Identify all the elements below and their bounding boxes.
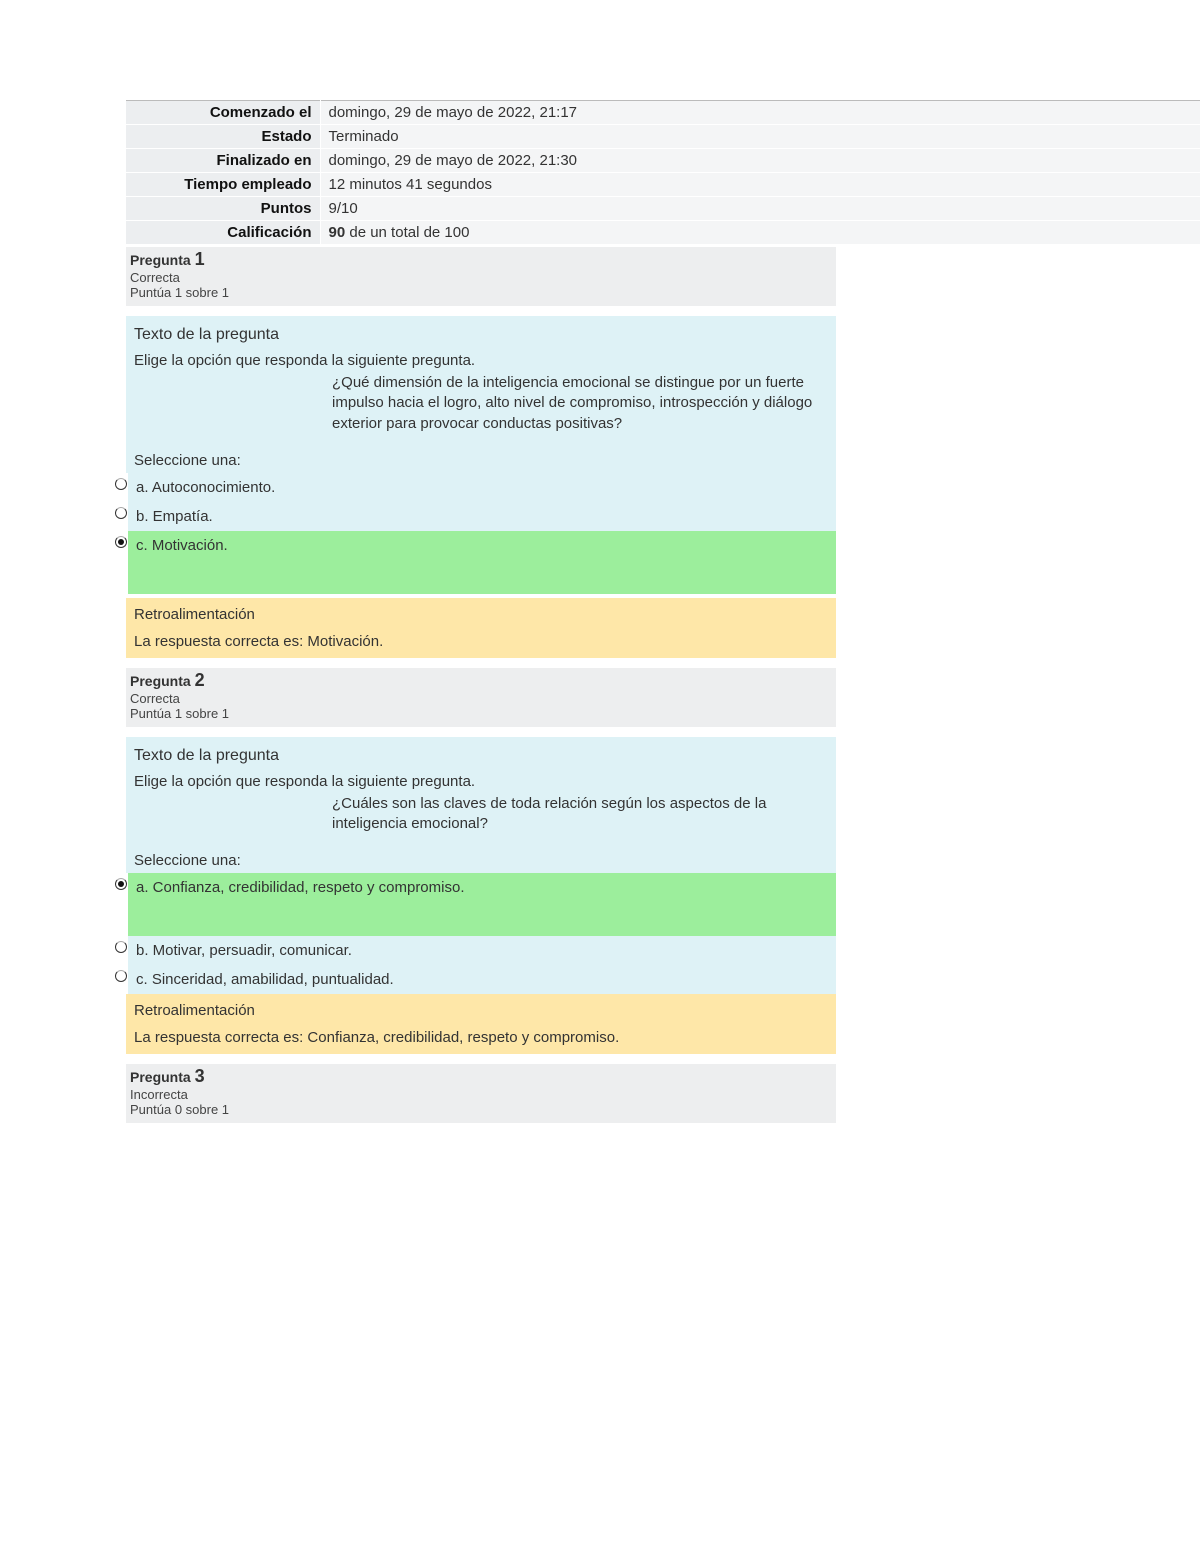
radio-icon[interactable]	[115, 536, 127, 548]
radio-icon[interactable]	[115, 478, 127, 490]
question-prompt: Elige la opción que responda la siguient…	[126, 773, 836, 794]
summary-value: domingo, 29 de mayo de 2022, 21:30	[320, 149, 1200, 173]
option-label[interactable]: b. Empatía.	[128, 502, 836, 531]
feedback-text: La respuesta correcta es: Confianza, cre…	[134, 1029, 828, 1046]
question-title: Pregunta 3	[130, 1066, 832, 1087]
radio-icon[interactable]	[115, 970, 127, 982]
option-row: c. Motivación.	[114, 531, 836, 594]
question-title: Pregunta 1	[130, 249, 832, 270]
select-one-label: Seleccione una:	[126, 446, 836, 473]
question-text-label: Texto de la pregunta	[126, 747, 836, 773]
radio-icon[interactable]	[115, 878, 127, 890]
summary-label: Puntos	[126, 197, 320, 221]
option-label[interactable]: c. Sinceridad, amabilidad, puntualidad.	[128, 965, 836, 994]
question-marks: Puntúa 0 sobre 1	[130, 1102, 832, 1117]
option-row: a. Autoconocimiento.	[114, 473, 836, 502]
option-row: c. Sinceridad, amabilidad, puntualidad.	[114, 965, 836, 994]
question-marks: Puntúa 1 sobre 1	[130, 706, 832, 721]
question-block-2: Pregunta 2 Correcta Puntúa 1 sobre 1 Tex…	[126, 668, 836, 1055]
summary-row: Estado Terminado	[126, 125, 1200, 149]
question-text: ¿Qué dimensión de la inteligencia emocio…	[126, 373, 836, 438]
radio-icon[interactable]	[115, 941, 127, 953]
option-label[interactable]: a. Confianza, credibilidad, respeto y co…	[128, 873, 836, 936]
summary-value: Terminado	[320, 125, 1200, 149]
feedback-text: La respuesta correcta es: Motivación.	[134, 633, 828, 650]
summary-table: Comenzado el domingo, 29 de mayo de 2022…	[126, 100, 1200, 245]
option-row: a. Confianza, credibilidad, respeto y co…	[114, 873, 836, 936]
question-marks: Puntúa 1 sobre 1	[130, 285, 832, 300]
summary-row: Puntos 9/10	[126, 197, 1200, 221]
summary-label: Finalizado en	[126, 149, 320, 173]
feedback-block: Retroalimentación La respuesta correcta …	[126, 598, 836, 658]
question-block-3: Pregunta 3 Incorrecta Puntúa 0 sobre 1	[126, 1064, 836, 1123]
question-block-1: Pregunta 1 Correcta Puntúa 1 sobre 1 Tex…	[126, 247, 836, 658]
question-header: Pregunta 2 Correcta Puntúa 1 sobre 1	[126, 668, 836, 727]
option-row: b. Motivar, persuadir, comunicar.	[114, 936, 836, 965]
summary-value: 90 de un total de 100	[320, 221, 1200, 245]
option-label[interactable]: c. Motivación.	[128, 531, 836, 594]
radio-icon[interactable]	[115, 507, 127, 519]
summary-value: 12 minutos 41 segundos	[320, 173, 1200, 197]
summary-label: Comenzado el	[126, 101, 320, 125]
option-row: b. Empatía.	[114, 502, 836, 531]
summary-label: Estado	[126, 125, 320, 149]
summary-value: domingo, 29 de mayo de 2022, 21:17	[320, 101, 1200, 125]
select-one-label: Seleccione una:	[126, 846, 836, 873]
question-status: Correcta	[130, 691, 832, 706]
summary-row: Finalizado en domingo, 29 de mayo de 202…	[126, 149, 1200, 173]
summary-value: 9/10	[320, 197, 1200, 221]
feedback-title: Retroalimentación	[134, 1002, 828, 1029]
question-text-label: Texto de la pregunta	[126, 326, 836, 352]
question-header: Pregunta 3 Incorrecta Puntúa 0 sobre 1	[126, 1064, 836, 1123]
question-status: Incorrecta	[130, 1087, 832, 1102]
option-label[interactable]: a. Autoconocimiento.	[128, 473, 836, 502]
summary-row: Tiempo empleado 12 minutos 41 segundos	[126, 173, 1200, 197]
question-header: Pregunta 1 Correcta Puntúa 1 sobre 1	[126, 247, 836, 306]
feedback-title: Retroalimentación	[134, 606, 828, 633]
feedback-block: Retroalimentación La respuesta correcta …	[126, 994, 836, 1054]
question-prompt: Elige la opción que responda la siguient…	[126, 352, 836, 373]
question-status: Correcta	[130, 270, 832, 285]
question-title: Pregunta 2	[130, 670, 832, 691]
summary-label: Calificación	[126, 221, 320, 245]
summary-row: Comenzado el domingo, 29 de mayo de 2022…	[126, 101, 1200, 125]
summary-row: Calificación 90 de un total de 100	[126, 221, 1200, 245]
question-text: ¿Cuáles son las claves de toda relación …	[126, 794, 836, 839]
option-label[interactable]: b. Motivar, persuadir, comunicar.	[128, 936, 836, 965]
summary-label: Tiempo empleado	[126, 173, 320, 197]
